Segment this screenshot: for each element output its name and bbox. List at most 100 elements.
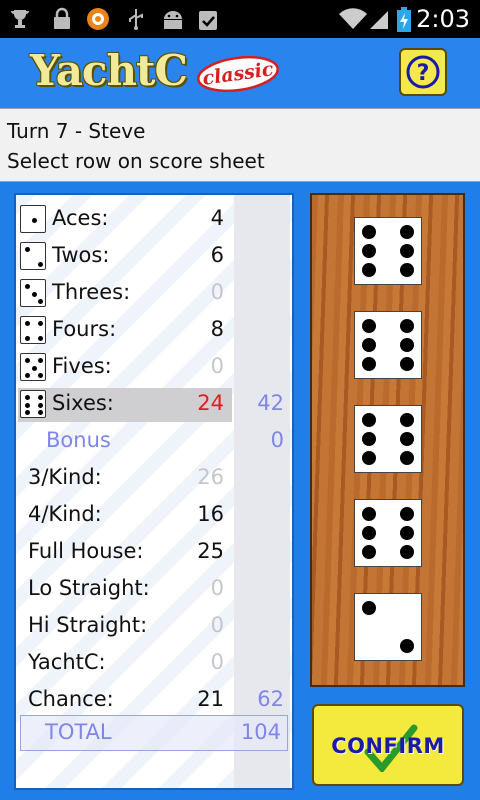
row-label: Fives: — [52, 354, 112, 378]
pip — [38, 395, 43, 400]
row-label: YachtC: — [28, 650, 106, 674]
android-icon — [164, 11, 182, 29]
pip — [362, 413, 376, 427]
score-row[interactable]: Fours: 8 — [16, 314, 292, 348]
turn-label: Turn 7 - Steve — [7, 119, 146, 143]
row-value: 21 — [197, 687, 224, 711]
row-value: 0 — [210, 354, 224, 378]
pip — [362, 338, 376, 352]
row-value: 4 — [210, 206, 224, 230]
pip — [400, 263, 414, 277]
pip — [362, 451, 376, 465]
app-logo: YachtC — [30, 46, 188, 95]
score-row[interactable]: Fives: 0 — [16, 351, 292, 385]
pip — [31, 365, 37, 371]
pip — [38, 336, 43, 341]
score-row[interactable]: Twos: 6 — [16, 240, 292, 274]
row-value: 24 — [197, 391, 224, 415]
battery-charging-icon — [397, 7, 411, 32]
die-face-4-icon — [20, 316, 46, 344]
row-label: Twos: — [52, 243, 110, 267]
pip — [400, 526, 414, 540]
row-label: Chance: — [28, 687, 114, 711]
score-row[interactable]: Hi Straight: 0 — [16, 610, 292, 644]
row-label: Aces: — [52, 206, 109, 230]
score-row[interactable]: Sixes: 24 42 — [16, 388, 292, 422]
help-label: ? — [417, 61, 430, 86]
pip — [25, 336, 30, 341]
row-label: Bonus — [46, 428, 111, 452]
pip — [25, 284, 30, 289]
pip — [400, 639, 414, 653]
score-row[interactable]: YachtC: 0 — [16, 647, 292, 681]
pip — [362, 357, 376, 371]
die-5[interactable] — [354, 593, 422, 661]
trophy-icon — [11, 10, 29, 28]
clipboard-check-icon — [199, 11, 217, 30]
pip — [362, 526, 376, 540]
row-value: 0 — [210, 613, 224, 637]
die-face-6-icon — [20, 390, 46, 418]
row-value: 26 — [197, 465, 224, 489]
dice-tray — [310, 193, 465, 687]
pip — [38, 321, 43, 326]
row-label: 4/Kind: — [28, 502, 102, 526]
confirm-label: CONFIRM — [331, 734, 445, 758]
die-1[interactable] — [354, 217, 422, 285]
pip — [25, 402, 30, 408]
pip — [25, 410, 30, 415]
score-row[interactable]: 3/Kind: 26 — [16, 462, 292, 496]
signal-icon — [370, 11, 388, 29]
pip — [400, 545, 414, 559]
total-row: TOTAL 104 — [20, 715, 288, 751]
die-4[interactable] — [354, 499, 422, 567]
pip — [25, 373, 30, 378]
app-header: YachtC classic ? — [0, 38, 480, 108]
row-value: 16 — [197, 502, 224, 526]
help-button[interactable]: ? — [399, 48, 447, 96]
score-row[interactable]: Aces: 4 — [16, 203, 292, 237]
avast-icon — [87, 8, 109, 30]
message-panel: Turn 7 - Steve Select row on score sheet — [0, 108, 480, 182]
pip — [362, 507, 376, 521]
wifi-icon — [339, 8, 367, 30]
pip — [400, 244, 414, 258]
pip — [38, 373, 43, 378]
score-row[interactable]: Lo Straight: 0 — [16, 573, 292, 607]
row-label: Lo Straight: — [28, 576, 150, 600]
die-3[interactable] — [354, 405, 422, 473]
score-row: Bonus 0 — [16, 425, 292, 459]
clock: 2:03 — [416, 5, 470, 33]
pip — [400, 432, 414, 446]
pip — [400, 451, 414, 465]
pip — [25, 247, 30, 252]
subtotal-value: 62 — [257, 687, 284, 711]
die-face-1-icon — [20, 205, 46, 233]
pip — [38, 358, 43, 363]
row-value: 0 — [210, 576, 224, 600]
pip — [400, 507, 414, 521]
pip — [38, 402, 43, 408]
score-row[interactable]: Full House: 25 — [16, 536, 292, 570]
help-icon: ? — [406, 55, 440, 89]
pip — [38, 299, 43, 304]
confirm-button[interactable]: CONFIRM — [312, 704, 464, 786]
pip — [31, 291, 37, 297]
pip — [362, 263, 376, 277]
row-label: Full House: — [28, 539, 144, 563]
pip — [400, 225, 414, 239]
score-row[interactable]: Chance: 21 62 — [16, 684, 292, 718]
score-row[interactable]: Threes: 0 — [16, 277, 292, 311]
die-2[interactable] — [354, 311, 422, 379]
pip — [400, 357, 414, 371]
pip — [400, 338, 414, 352]
pip — [362, 225, 376, 239]
row-value: 0 — [210, 650, 224, 674]
pip — [400, 319, 414, 333]
status-bar: 2:03 — [0, 0, 480, 38]
die-face-5-icon — [20, 353, 46, 381]
pip — [362, 319, 376, 333]
score-row[interactable]: 4/Kind: 16 — [16, 499, 292, 533]
pip — [25, 358, 30, 363]
row-label: 3/Kind: — [28, 465, 102, 489]
